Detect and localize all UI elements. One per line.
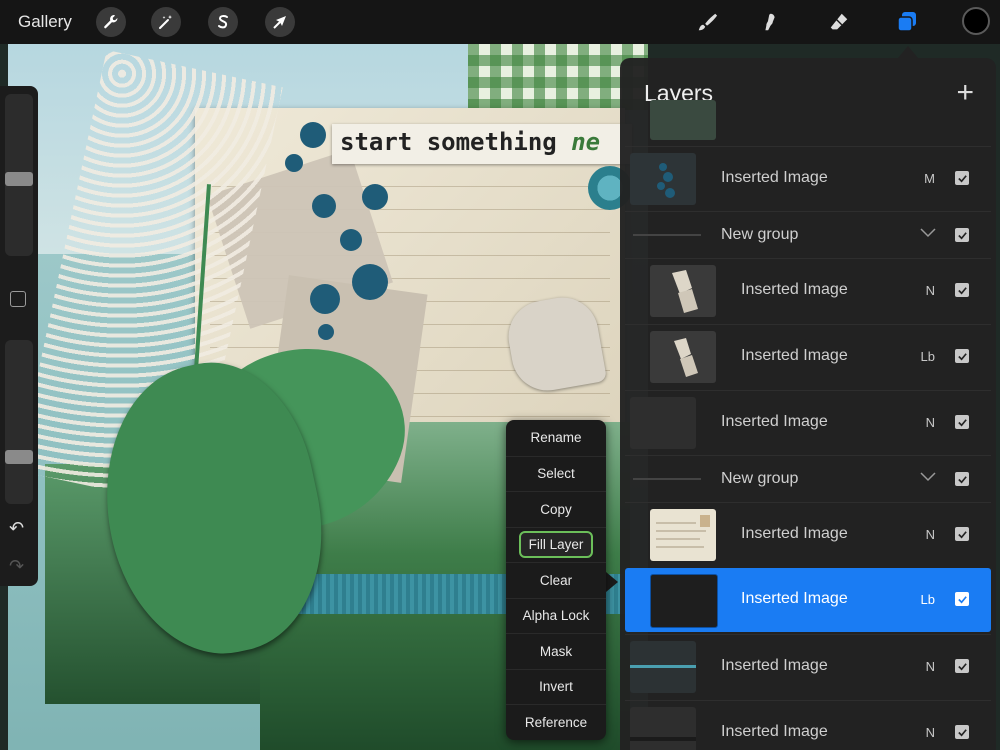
group-row[interactable]: New group [625, 211, 991, 257]
brush-size-thumb[interactable] [5, 172, 33, 186]
menu-item-copy[interactable]: Copy [506, 491, 606, 527]
group-divider [633, 478, 701, 480]
layer-row[interactable]: Inserted Image M [625, 146, 991, 210]
layer-visibility-checkbox[interactable] [955, 349, 969, 363]
top-toolbar: Gallery [0, 0, 1000, 44]
smudge-icon[interactable] [756, 8, 784, 36]
layer-name: Inserted Image [741, 525, 848, 542]
chevron-down-icon[interactable] [920, 226, 936, 238]
ink-splatter [318, 324, 334, 340]
layer-name: Inserted Image [721, 413, 828, 430]
menu-item-rename[interactable]: Rename [506, 420, 606, 456]
eraser-icon[interactable] [825, 8, 853, 36]
redo-icon[interactable]: ↷ [9, 556, 24, 577]
label-text: start something ne [340, 128, 601, 156]
magic-wand-icon[interactable] [151, 7, 181, 37]
layer-thumbnail[interactable] [630, 153, 696, 205]
gallery-button[interactable]: Gallery [18, 12, 72, 32]
blend-mode[interactable]: N [926, 527, 935, 542]
blend-mode[interactable]: Lb [921, 592, 935, 607]
undo-icon[interactable]: ↶ [9, 518, 24, 539]
wrench-icon[interactable] [96, 7, 126, 37]
blend-mode[interactable]: N [926, 283, 935, 298]
layer-visibility-checkbox[interactable] [955, 415, 969, 429]
ink-splatter [310, 284, 340, 314]
opacity-thumb[interactable] [5, 450, 33, 464]
blend-mode[interactable]: N [926, 725, 935, 740]
layers-icon[interactable] [893, 8, 921, 36]
layer-row[interactable]: Inserted Image Lb [625, 324, 991, 388]
add-layer-button[interactable]: + [956, 76, 974, 110]
selection-s-icon[interactable] [208, 7, 238, 37]
ink-splatter [285, 154, 303, 172]
layer-row[interactable]: Inserted Image N [625, 258, 991, 322]
layer-row-selected[interactable]: Inserted Image Lb [625, 568, 991, 632]
layer-name: Inserted Image [721, 169, 828, 186]
layer-thumbnail[interactable] [650, 331, 716, 383]
layer-row[interactable]: Inserted Image N [625, 700, 991, 750]
layer-thumbnail[interactable] [650, 574, 718, 628]
transform-arrow-icon[interactable] [265, 7, 295, 37]
ink-splatter [300, 122, 326, 148]
ink-splatter [312, 194, 336, 218]
menu-item-alpha-lock[interactable]: Alpha Lock [506, 597, 606, 634]
layer-thumbnail[interactable] [630, 641, 696, 693]
group-divider [633, 234, 701, 236]
layers-panel-pointer [898, 46, 918, 58]
blend-mode[interactable]: Lb [921, 349, 935, 364]
chevron-down-icon[interactable] [920, 470, 936, 482]
layer-row[interactable]: Inserted Image N [625, 634, 991, 698]
brush-icon[interactable] [693, 8, 721, 36]
layer-thumbnail[interactable] [630, 707, 696, 750]
menu-item-select[interactable]: Select [506, 455, 606, 492]
modify-button[interactable] [10, 291, 26, 307]
group-visibility-checkbox[interactable] [955, 472, 969, 486]
layer-thumbnail[interactable] [630, 397, 696, 449]
layer-options-menu: Rename Select Copy Fill Layer Clear Alph… [506, 420, 606, 740]
menu-item-clear[interactable]: Clear [506, 562, 606, 598]
layer-name: Inserted Image [741, 590, 848, 607]
blend-mode[interactable]: N [926, 659, 935, 674]
layer-visibility-checkbox[interactable] [955, 725, 969, 739]
group-name: New group [721, 226, 799, 243]
layer-visibility-checkbox[interactable] [955, 592, 969, 606]
layer-visibility-checkbox[interactable] [955, 659, 969, 673]
blend-mode[interactable]: M [924, 171, 935, 186]
ink-splatter [352, 264, 388, 300]
layer-thumbnail[interactable] [650, 509, 716, 561]
left-sidebar: ↶ ↷ [0, 86, 38, 586]
menu-item-mask[interactable]: Mask [506, 633, 606, 669]
layer-row[interactable]: Inserted Image N [625, 390, 991, 454]
layer-name: Inserted Image [721, 723, 828, 740]
layers-panel: Layers + Inserted Image M New group Inse… [620, 58, 996, 750]
opacity-slider[interactable] [5, 340, 33, 504]
layer-name: Inserted Image [721, 657, 828, 674]
layer-name: Inserted Image [741, 347, 848, 364]
layer-name: Inserted Image [741, 281, 848, 298]
group-visibility-checkbox[interactable] [955, 228, 969, 242]
blend-mode[interactable]: N [926, 415, 935, 430]
layer-visibility-checkbox[interactable] [955, 527, 969, 541]
layer-thumbnail[interactable] [650, 265, 716, 317]
current-color-swatch[interactable] [962, 7, 990, 35]
menu-item-invert[interactable]: Invert [506, 668, 606, 705]
group-name: New group [721, 470, 799, 487]
menu-item-fill-layer[interactable]: Fill Layer [506, 526, 606, 563]
layer-visibility-checkbox[interactable] [955, 171, 969, 185]
layer-visibility-checkbox[interactable] [955, 283, 969, 297]
menu-item-reference[interactable]: Reference [506, 704, 606, 740]
ink-splatter [340, 229, 362, 251]
menu-pointer [606, 572, 618, 592]
ink-splatter [362, 184, 388, 210]
layer-row[interactable]: Inserted Image N [625, 502, 991, 566]
group-row[interactable]: New group [625, 455, 991, 501]
layer-thumbnail[interactable] [650, 100, 716, 140]
